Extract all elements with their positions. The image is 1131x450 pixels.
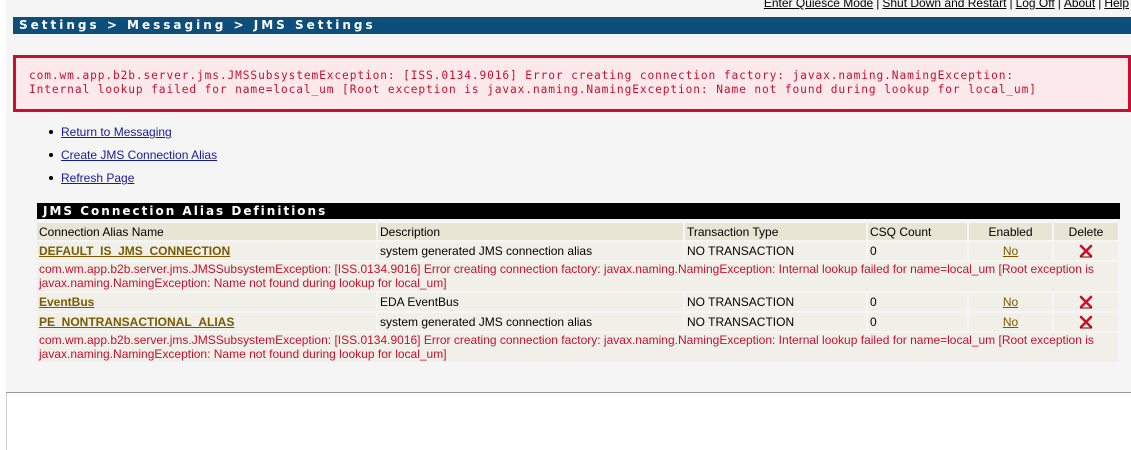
bullet-icon [49, 152, 53, 157]
col-header-description: Description [378, 223, 685, 240]
alias-csq-count: 0 [868, 293, 969, 311]
row-error-text: com.wm.app.b2b.server.jms.JMSSubsystemEx… [37, 333, 1120, 362]
nav-item-create: Create JMS Connection Alias [46, 147, 217, 170]
col-header-csq: CSQ Count [868, 223, 969, 240]
enabled-toggle-link[interactable]: No [1003, 295, 1018, 309]
table-row: DEFAULT_IS_JMS_CONNECTION system generat… [37, 242, 1120, 260]
col-header-name: Connection Alias Name [37, 223, 378, 240]
alias-description: system generated JMS connection alias [378, 242, 685, 260]
alias-transaction-type: NO TRANSACTION [685, 293, 868, 311]
table-row: PE_NONTRANSACTIONAL_ALIAS system generat… [37, 313, 1120, 331]
col-header-delete: Delete [1054, 223, 1120, 240]
separator: | [1098, 0, 1102, 10]
separator: | [1057, 0, 1061, 10]
separator: | [1009, 0, 1013, 10]
nav-links: Return to Messaging Create JMS Connectio… [46, 124, 217, 193]
error-banner-line-2: Internal lookup failed for name=local_um… [29, 83, 1037, 96]
create-jms-alias-link[interactable]: Create JMS Connection Alias [61, 148, 217, 162]
table-row: EventBus EDA EventBus NO TRANSACTION 0 N… [37, 293, 1120, 311]
alias-table: Connection Alias Name Description Transa… [37, 221, 1120, 364]
nav-item-refresh: Refresh Page [46, 170, 217, 193]
shut-down-restart-link[interactable]: Shut Down and Restart [882, 0, 1006, 10]
page: Enter Quiesce Mode | Shut Down and Restart… [0, 0, 1131, 450]
row-error: com.wm.app.b2b.server.jms.JMSSubsystemEx… [37, 262, 1120, 291]
top-links: Enter Quiesce Mode | Shut Down and Restart… [764, 0, 1129, 10]
bullet-icon [49, 175, 53, 180]
alias-transaction-type: NO TRANSACTION [685, 242, 868, 260]
refresh-page-link[interactable]: Refresh Page [61, 171, 134, 185]
left-divider [6, 393, 7, 450]
lower-background [6, 393, 1131, 450]
return-to-messaging-link[interactable]: Return to Messaging [61, 125, 172, 139]
enabled-toggle-link[interactable]: No [1003, 244, 1018, 258]
alias-name-link[interactable]: EventBus [39, 295, 94, 309]
alias-csq-count: 0 [868, 242, 969, 260]
alias-description: EDA EventBus [378, 293, 685, 311]
enter-quiesce-mode-link[interactable]: Enter Quiesce Mode [764, 0, 873, 10]
help-link[interactable]: Help [1104, 0, 1129, 10]
alias-name-link[interactable]: PE_NONTRANSACTIONAL_ALIAS [39, 315, 234, 329]
alias-transaction-type: NO TRANSACTION [685, 313, 868, 331]
bullet-icon [49, 129, 53, 134]
alias-description: system generated JMS connection alias [378, 313, 685, 331]
delete-x-icon[interactable] [1079, 315, 1093, 329]
table-title: JMS Connection Alias Definitions [37, 203, 1120, 219]
nav-item-return: Return to Messaging [46, 124, 217, 147]
col-header-transaction: Transaction Type [685, 223, 868, 240]
breadcrumb: Settings > Messaging > JMS Settings [13, 17, 1131, 34]
alias-csq-count: 0 [868, 313, 969, 331]
delete-x-icon[interactable] [1079, 244, 1093, 258]
enabled-toggle-link[interactable]: No [1003, 315, 1018, 329]
row-error: com.wm.app.b2b.server.jms.JMSSubsystemEx… [37, 333, 1120, 362]
delete-x-icon[interactable] [1079, 295, 1093, 309]
log-off-link[interactable]: Log Off [1016, 0, 1055, 10]
error-banner: com.wm.app.b2b.server.jms.JMSSubsystemEx… [13, 55, 1131, 112]
alias-name-link[interactable]: DEFAULT_IS_JMS_CONNECTION [39, 244, 230, 258]
separator: | [876, 0, 880, 10]
error-banner-line-1: com.wm.app.b2b.server.jms.JMSSubsystemEx… [29, 69, 1014, 82]
table-header-row: Connection Alias Name Description Transa… [37, 223, 1120, 240]
col-header-enabled: Enabled [969, 223, 1054, 240]
about-link[interactable]: About [1064, 0, 1095, 10]
row-error-text: com.wm.app.b2b.server.jms.JMSSubsystemEx… [37, 262, 1120, 291]
